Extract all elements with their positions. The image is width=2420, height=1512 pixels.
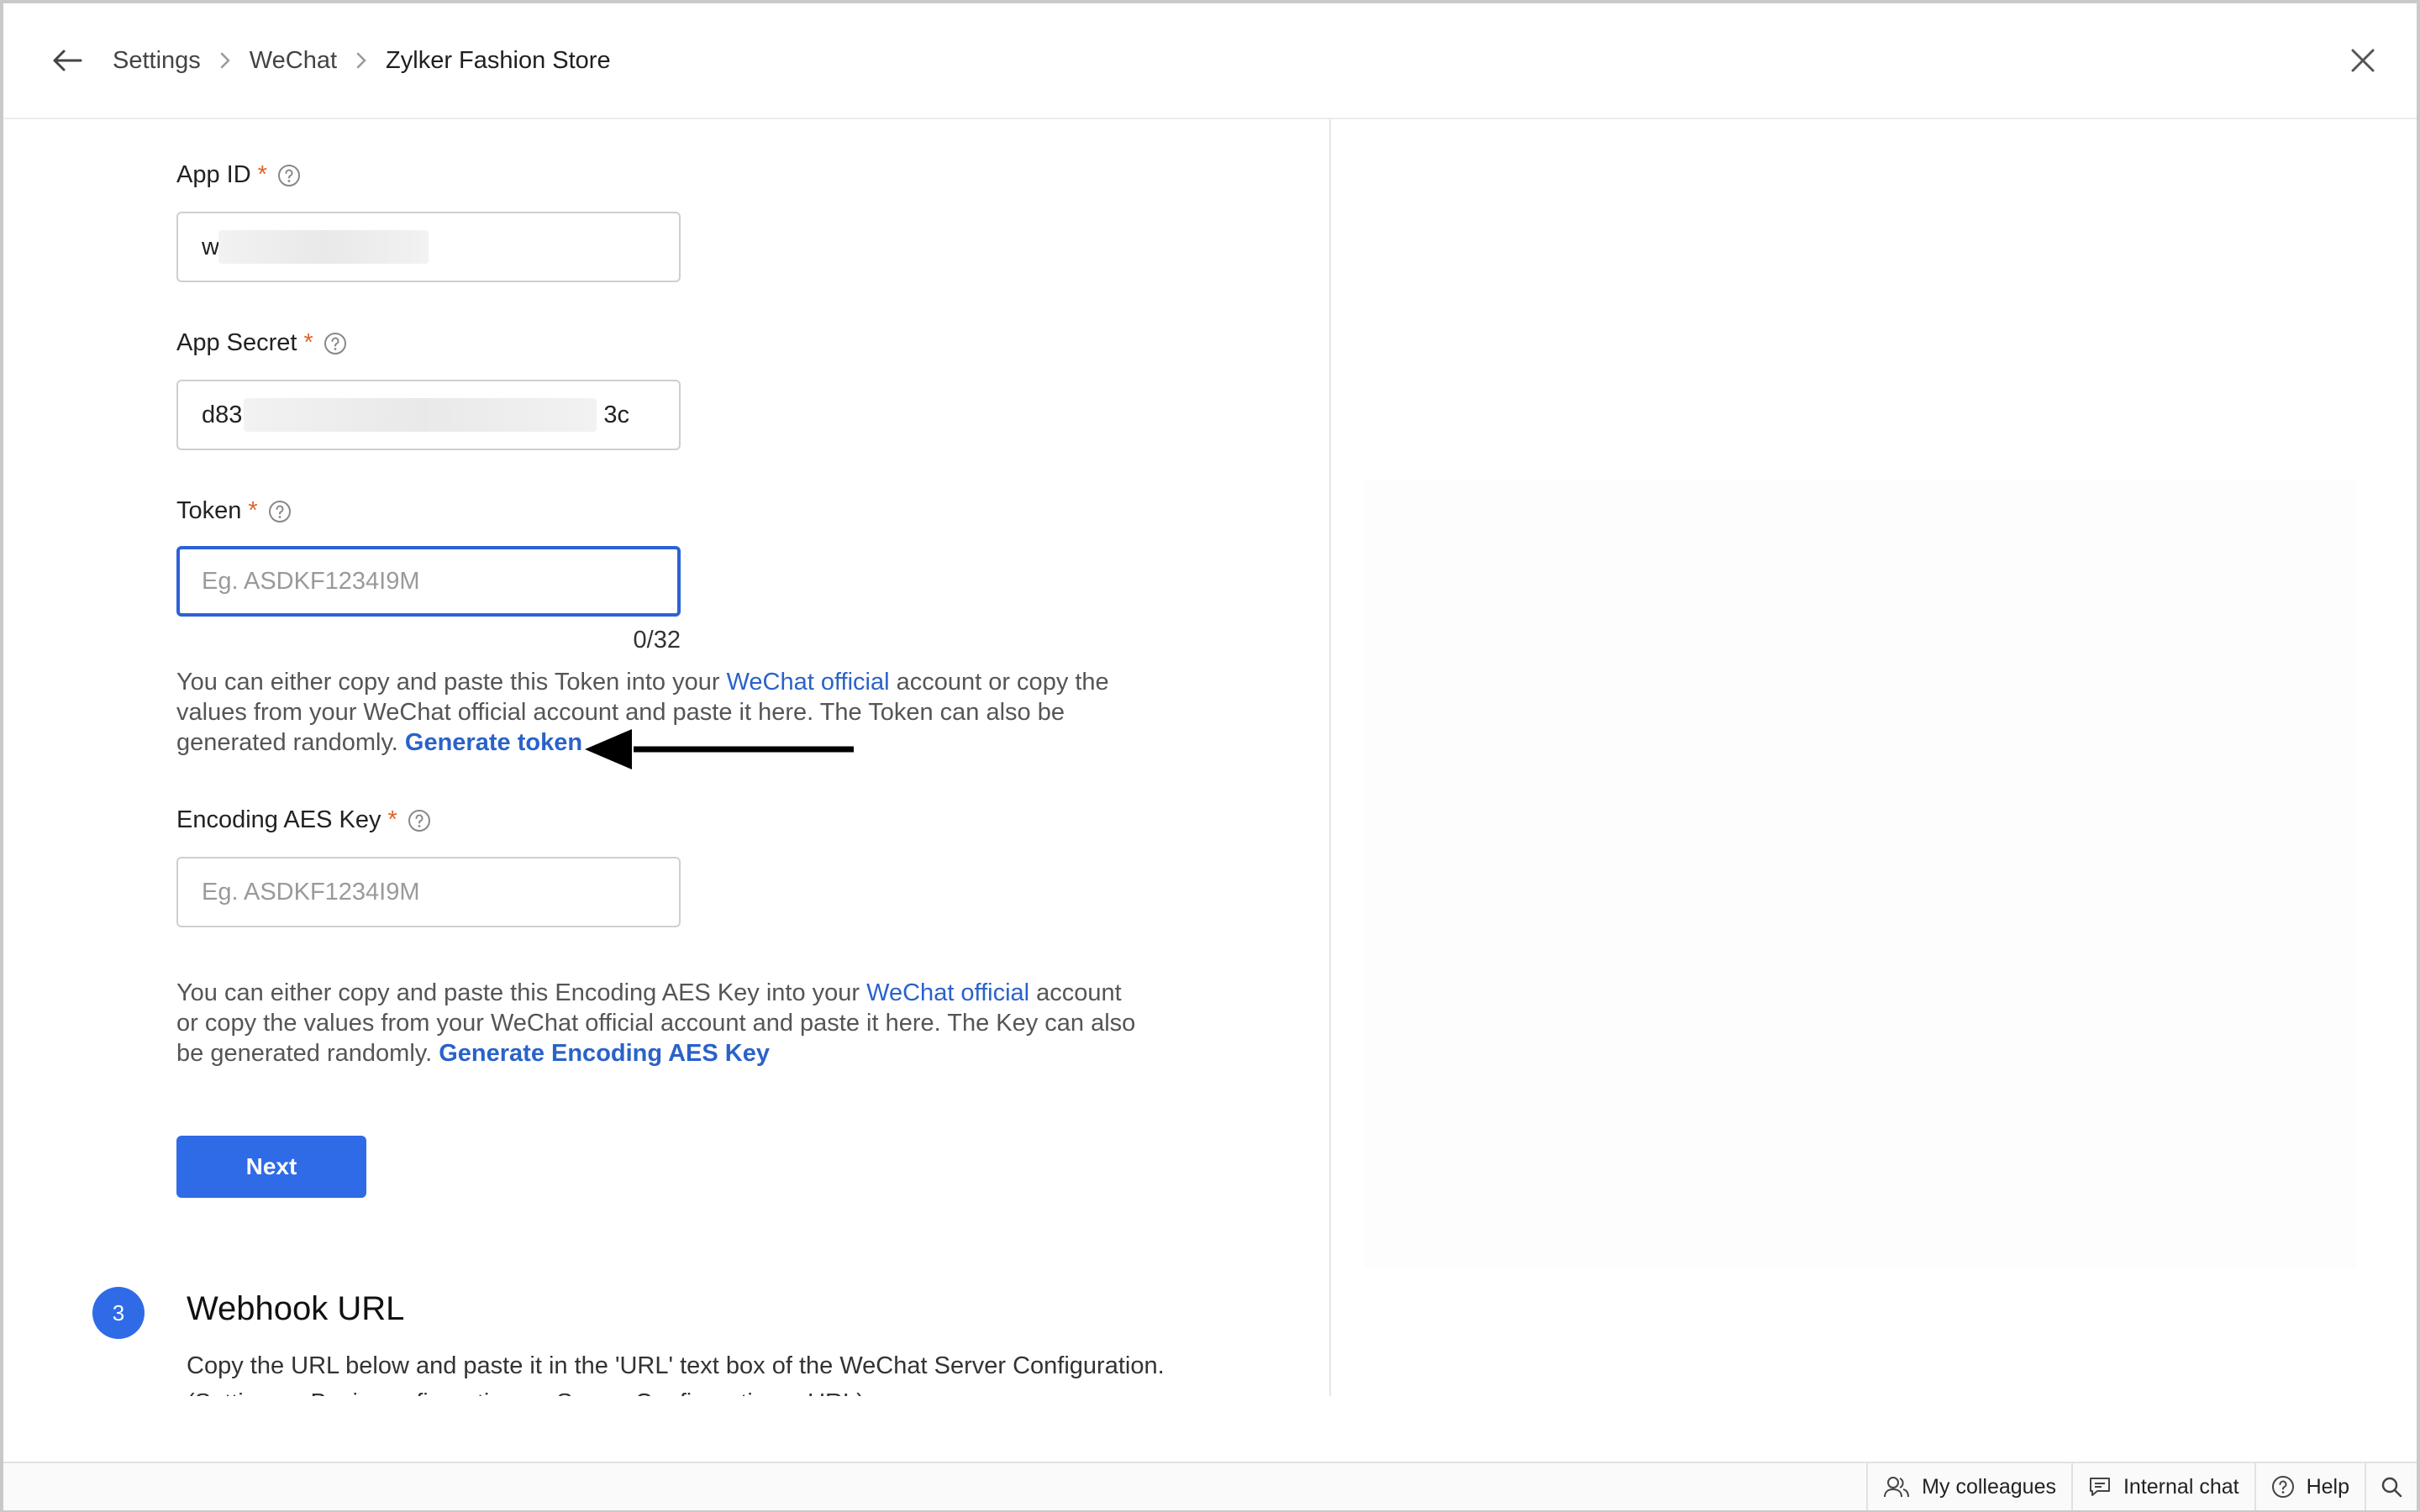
breadcrumb-settings[interactable]: Settings bbox=[113, 47, 201, 75]
internal-chat-button[interactable]: Internal chat bbox=[2070, 1463, 2254, 1510]
token-label-text: Token bbox=[176, 497, 242, 524]
token-label: Token * bbox=[176, 497, 292, 525]
help-label: Help bbox=[2306, 1474, 2349, 1499]
token-char-counter: 0/32 bbox=[633, 627, 681, 654]
header-bar: Settings WeChat Zylker Fashion Store bbox=[3, 3, 2417, 119]
token-input[interactable] bbox=[176, 546, 681, 617]
help-circle-icon[interactable] bbox=[408, 809, 431, 832]
required-mark: * bbox=[387, 806, 397, 833]
left-arrow-annotation bbox=[585, 729, 854, 769]
search-button[interactable] bbox=[2365, 1463, 2417, 1510]
wechat-official-link[interactable]: WeChat official bbox=[866, 979, 1029, 1006]
app-secret-value-start: d83 bbox=[202, 401, 243, 428]
app-secret-label: App Secret * bbox=[176, 329, 347, 357]
close-icon bbox=[2351, 49, 2375, 72]
close-button[interactable] bbox=[2344, 42, 2381, 79]
aes-key-label: Encoding AES Key * bbox=[176, 806, 431, 834]
preview-panel bbox=[1365, 479, 2356, 1268]
bottom-bar-actions: My colleagues Internal chat Help bbox=[1866, 1463, 2417, 1510]
back-arrow-icon bbox=[53, 50, 82, 71]
colleagues-icon bbox=[1884, 1477, 1910, 1498]
search-icon bbox=[2381, 1477, 2402, 1498]
config-panel: App ID * w f App Secret * d83 3c Token * bbox=[3, 119, 1329, 1396]
back-button[interactable] bbox=[47, 40, 87, 81]
redaction-blur bbox=[218, 230, 429, 264]
help-icon bbox=[2271, 1476, 2294, 1498]
help-circle-icon[interactable] bbox=[324, 332, 347, 355]
webhook-desc-line2: (Settings > Basic configurations > Serve… bbox=[187, 1384, 1313, 1396]
breadcrumb-current-store: Zylker Fashion Store bbox=[386, 46, 611, 74]
panel-divider bbox=[1329, 119, 1331, 1396]
chevron-right-icon bbox=[219, 51, 231, 70]
wechat-official-link[interactable]: WeChat official bbox=[727, 669, 890, 696]
app-secret-field[interactable]: d83 3c bbox=[176, 380, 681, 450]
redaction-blur bbox=[244, 398, 597, 432]
bottom-bar: My colleagues Internal chat Help bbox=[3, 1462, 2417, 1510]
breadcrumb: Settings WeChat Zylker Fashion Store bbox=[113, 42, 611, 79]
step-number-badge: 3 bbox=[92, 1287, 145, 1339]
app-secret-value-end: 3c bbox=[603, 401, 630, 428]
my-colleagues-button[interactable]: My colleagues bbox=[1866, 1463, 2071, 1510]
app-id-label: App ID * bbox=[176, 161, 301, 189]
chat-icon bbox=[2089, 1478, 2110, 1496]
help-button[interactable]: Help bbox=[2254, 1463, 2365, 1510]
app-secret-label-text: App Secret bbox=[176, 329, 297, 356]
webhook-url-description: Copy the URL below and paste it in the '… bbox=[187, 1347, 1313, 1396]
app-id-value-start: w bbox=[202, 233, 219, 260]
my-colleagues-label: My colleagues bbox=[1922, 1474, 2056, 1499]
aes-key-label-text: Encoding AES Key bbox=[176, 806, 381, 833]
generate-aes-key-link[interactable]: Generate Encoding AES Key bbox=[439, 1040, 770, 1067]
chevron-right-icon bbox=[355, 51, 367, 70]
aes-key-description: You can either copy and paste this Encod… bbox=[176, 979, 1136, 1067]
webhook-desc-line1: Copy the URL below and paste it in the '… bbox=[187, 1352, 1165, 1379]
help-circle-icon[interactable] bbox=[277, 164, 301, 187]
breadcrumb-wechat[interactable]: WeChat bbox=[250, 47, 337, 75]
required-mark: * bbox=[248, 497, 258, 524]
aes-key-input[interactable] bbox=[176, 857, 681, 927]
webhook-url-title: Webhook URL bbox=[187, 1290, 405, 1327]
required-mark: * bbox=[257, 161, 267, 188]
generate-token-link[interactable]: Generate token bbox=[405, 729, 582, 756]
next-button[interactable]: Next bbox=[176, 1136, 366, 1198]
internal-chat-label: Internal chat bbox=[2123, 1474, 2239, 1499]
app-id-field[interactable]: w f bbox=[176, 212, 681, 282]
required-mark: * bbox=[303, 329, 313, 356]
app-id-label-text: App ID bbox=[176, 161, 251, 188]
help-circle-icon[interactable] bbox=[268, 500, 292, 523]
